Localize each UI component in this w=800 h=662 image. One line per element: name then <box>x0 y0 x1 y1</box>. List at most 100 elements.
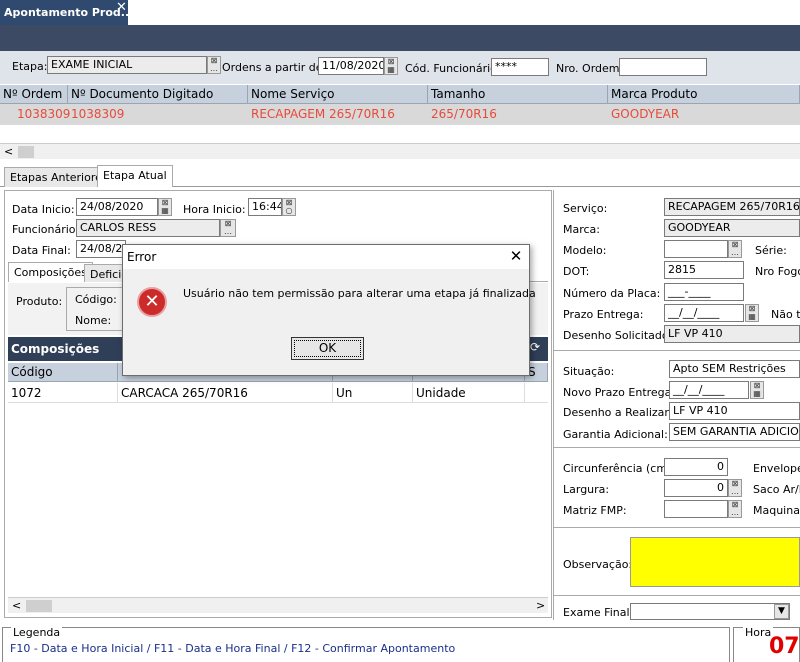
etapa-tabs: Etapas Anteriores Etapa Atual <box>0 165 800 187</box>
envelope-label: Envelope: <box>753 462 800 475</box>
cod-func-label: Cód. Funcionário: <box>405 62 501 75</box>
etapa-lookup-button[interactable]: ⊠… <box>207 56 221 74</box>
desenho-sol-field[interactable]: LF VP 410 <box>664 325 800 343</box>
dialog-message: Usuário não tem permissão para alterar u… <box>183 287 536 300</box>
scroll-left-icon[interactable]: < <box>12 599 21 612</box>
legend-box: Legenda F10 - Data e Hora Inicial / F11 … <box>2 626 730 662</box>
calendar-icon[interactable]: ⊠ ▦ <box>750 381 764 399</box>
col-header-servico[interactable]: Nome Serviço <box>248 85 428 104</box>
servico-label: Serviço: <box>563 202 608 215</box>
data-inicio-label: Data Inicio: <box>12 203 75 216</box>
ordens-date-field[interactable]: 11/08/2020 <box>318 57 384 75</box>
nro-fogo-label: Nro Fogo <box>755 265 800 278</box>
time-spinner-icon[interactable]: ⊠ ○ <box>282 198 296 216</box>
error-dialog: Error ✕ ✕ Usuário não tem permissão para… <box>122 244 536 376</box>
data-final-label: Data Final: <box>12 244 71 257</box>
circ-field[interactable]: 0 <box>664 458 728 476</box>
error-icon: ✕ <box>137 287 167 317</box>
modelo-label: Modelo: <box>563 244 607 257</box>
ordens-label: Ordens a partir de: <box>222 61 327 74</box>
saco-label: Saco Ar/I <box>753 483 800 496</box>
col-header-marca[interactable]: Marca Produto <box>608 85 800 104</box>
nome-label: Nome: <box>75 314 112 327</box>
cell-servico: RECAPAGEM 265/70R16 <box>251 107 395 121</box>
col-header-codigo[interactable]: Código <box>8 363 118 382</box>
funcionario-label: Funcionário: <box>12 223 80 236</box>
cell-sigla: Un <box>333 383 413 403</box>
chevron-down-icon[interactable]: ▼ <box>774 604 789 619</box>
scroll-left-icon[interactable]: < <box>4 145 13 158</box>
dialog-title: Error <box>123 245 529 269</box>
largura-lookup-button[interactable]: ⊠… <box>728 479 742 497</box>
novo-prazo-label: Novo Prazo Entrega: <box>563 386 676 399</box>
matriz-field[interactable] <box>664 500 728 518</box>
nro-ordem-field[interactable] <box>619 58 707 76</box>
col-header-tamanho[interactable]: Tamanho <box>428 85 608 104</box>
scroll-right-icon[interactable]: > <box>536 599 545 612</box>
modelo-field[interactable] <box>664 240 728 258</box>
refresh-icon[interactable]: ⟳ <box>530 340 540 354</box>
matriz-label: Matriz FMP: <box>563 504 627 517</box>
calendar-icon[interactable]: ⊠ ▦ <box>384 57 398 75</box>
divider <box>554 527 800 528</box>
tab-close-icon[interactable]: ✕ <box>116 0 127 15</box>
cell-descricao: CARCACA 265/70R16 <box>118 383 333 403</box>
dot-field[interactable]: 2815 <box>664 261 744 279</box>
col-header-ordem[interactable]: Nº Ordem <box>0 85 68 104</box>
table-row[interactable]: 1038309 1038309 RECAPAGEM 265/70R16 265/… <box>0 104 800 125</box>
divider <box>554 595 800 596</box>
servico-field[interactable]: RECAPAGEM 265/70R16 <box>664 198 800 216</box>
tab-composicoes[interactable]: Composições <box>8 262 93 282</box>
codigo-label: Código: <box>75 293 117 306</box>
tab-etapa-atual[interactable]: Etapa Atual <box>97 165 173 187</box>
etapa-label: Etapa: <box>12 60 48 73</box>
scroll-thumb[interactable] <box>26 600 52 612</box>
divider <box>554 447 800 448</box>
largura-label: Largura: <box>563 483 610 496</box>
matriz-lookup-button[interactable]: ⊠… <box>728 500 742 518</box>
grid-horizontal-scrollbar[interactable]: < <box>0 143 800 159</box>
etapa-field[interactable]: EXAME INICIAL <box>47 56 207 74</box>
situacao-field[interactable]: Apto SEM Restrições <box>669 360 800 378</box>
hora-inicio-label: Hora Inicio: <box>183 203 246 216</box>
table-row[interactable]: 1072 CARCACA 265/70R16 Un Unidade <box>8 383 548 403</box>
ok-button[interactable]: OK <box>291 337 364 360</box>
desenho-real-label: Desenho a Realizar: <box>563 406 673 419</box>
composicoes-scrollbar[interactable]: < > <box>8 597 548 613</box>
hora-inicio-field[interactable]: 16:44 <box>248 198 282 216</box>
largura-field[interactable]: 0 <box>664 479 728 497</box>
observacao-label: Observação: <box>563 558 633 571</box>
modelo-lookup-button[interactable]: ⊠… <box>728 240 742 258</box>
maquina-label: Maquina F <box>753 504 800 517</box>
desenho-sol-label: Desenho Solicitado: <box>563 329 673 342</box>
nao-te-label: Não te <box>771 308 800 321</box>
funcionario-field[interactable]: CARLOS RESS <box>76 219 220 237</box>
exame-select[interactable] <box>630 603 790 620</box>
marca-field[interactable]: GOODYEAR <box>664 219 800 237</box>
dot-label: DOT: <box>563 265 590 278</box>
col-header-documento[interactable]: Nº Documento Digitado <box>68 85 248 104</box>
data-inicio-field[interactable]: 24/08/2020 <box>76 198 158 216</box>
legend-text: F10 - Data e Hora Inicial / F11 - Data e… <box>10 642 456 655</box>
window-tab-title[interactable]: Apontamento Prod.. <box>0 0 129 25</box>
calendar-icon[interactable]: ⊠ ▦ <box>745 304 759 322</box>
close-icon[interactable]: ✕ <box>507 247 525 265</box>
scroll-thumb[interactable] <box>18 146 34 158</box>
hora-value: 07 <box>769 634 800 659</box>
cell-codigo: 1072 <box>8 383 118 403</box>
calendar-icon[interactable]: ⊠ ▦ <box>158 198 172 216</box>
observacao-field[interactable] <box>630 537 800 587</box>
novo-prazo-field[interactable]: __/__/____ <box>669 381 749 399</box>
garantia-field[interactable]: SEM GARANTIA ADICIONA <box>669 423 800 441</box>
cod-func-field[interactable]: **** <box>491 58 549 76</box>
produto-label: Produto: <box>16 295 63 308</box>
nro-ordem-label: Nro. Ordem: <box>556 62 624 75</box>
top-toolbar <box>0 25 800 51</box>
desenho-real-field[interactable]: LF VP 410 <box>669 402 800 420</box>
data-final-field[interactable]: 24/08/20 <box>76 240 126 258</box>
circ-label: Circunferência (cm): <box>563 462 676 475</box>
marca-label: Marca: <box>563 223 601 236</box>
funcionario-lookup-button[interactable]: ⊠… <box>220 219 236 237</box>
placa-field[interactable]: ___-____ <box>664 283 744 301</box>
prazo-field[interactable]: __/__/____ <box>664 304 744 322</box>
